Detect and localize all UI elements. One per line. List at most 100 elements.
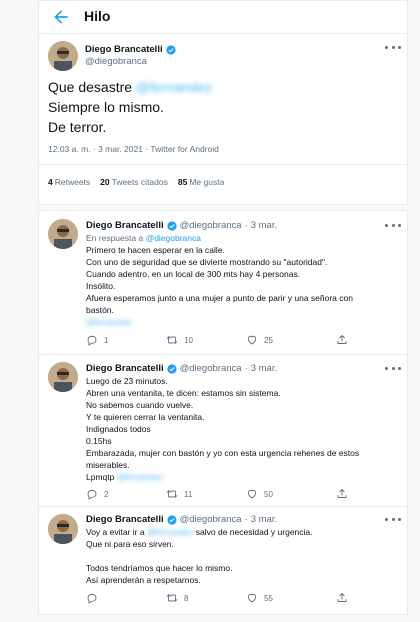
tweet-line-spacer xyxy=(86,550,386,562)
share-action[interactable] xyxy=(336,488,348,500)
divider xyxy=(39,354,409,355)
retweet-action[interactable]: 10 xyxy=(166,334,193,346)
blurred-mention[interactable]: @fernandez xyxy=(147,526,193,538)
quotes-stat[interactable]: 20 Tweets citados xyxy=(100,177,168,187)
reply-count: 2 xyxy=(104,489,109,499)
author-name[interactable]: Diego Brancatelli xyxy=(86,514,164,525)
like-count: 50 xyxy=(264,489,273,499)
heart-icon xyxy=(247,335,257,345)
verified-icon xyxy=(167,220,177,231)
separator-dot: · xyxy=(244,363,248,374)
tweet-line: Cuando adentro, en un local de 300 mts h… xyxy=(86,269,301,279)
author-row: Diego Brancatelli xyxy=(85,44,179,55)
author-handle[interactable]: @diegobranca xyxy=(180,220,242,231)
tweet-date[interactable]: 3 mar. xyxy=(251,220,277,231)
like-action[interactable]: 55 xyxy=(246,592,273,604)
handle-row: @diegobranca xyxy=(85,56,147,67)
reply-icon xyxy=(87,489,97,500)
avatar[interactable] xyxy=(48,41,78,71)
thread-replies-card: Diego Brancatelli @diegobranca · 3 mar. … xyxy=(38,210,409,615)
tweet-meta[interactable]: 12:03 a. m. · 3 mar. 2021 · Twitter for … xyxy=(48,144,219,154)
like-action[interactable]: 25 xyxy=(246,334,273,346)
tweet-line: Y te quieren cerrar la ventanita. xyxy=(86,412,205,422)
verified-icon xyxy=(167,514,177,525)
author-name[interactable]: Diego Brancatelli xyxy=(85,44,163,55)
author-name[interactable]: Diego Brancatelli xyxy=(86,363,164,374)
tweet-line: Que ni para eso sirven. xyxy=(86,539,174,549)
reply-icon xyxy=(87,593,97,604)
share-action[interactable] xyxy=(336,592,348,604)
retweet-icon xyxy=(166,594,178,602)
verified-icon xyxy=(166,44,176,55)
divider xyxy=(39,33,409,34)
tweet-line: miserables. xyxy=(86,460,130,470)
tweet-line: Con uno de seguridad que se divierte mos… xyxy=(86,257,328,267)
retweet-action[interactable]: 11 xyxy=(166,488,192,500)
tweet-text: Que desastre @fernandez Siempre lo mismo… xyxy=(48,77,212,137)
like-count: 25 xyxy=(264,335,273,345)
tweet-date[interactable]: 3 mar. xyxy=(251,514,277,525)
thread-header: Hilo xyxy=(39,1,409,33)
tweet-line: salvo de necesidad y urgencia. xyxy=(195,527,313,537)
divider xyxy=(39,506,409,507)
separator-dot: · xyxy=(244,220,248,231)
tweet-actions: 1 10 25 xyxy=(86,334,366,348)
tweet-line-3: De terror. xyxy=(48,119,107,135)
tweet-line: Afuera esperamos junto a una mujer a pun… xyxy=(86,293,353,303)
author-handle[interactable]: @diegobranca xyxy=(180,363,242,374)
reply-icon xyxy=(87,335,97,346)
retweets-stat[interactable]: 4 Retweets xyxy=(48,177,90,187)
tweet-line: bastón. xyxy=(86,305,114,315)
more-options-icon[interactable] xyxy=(385,221,401,229)
verified-icon xyxy=(167,363,177,374)
tweet-line-2: Siempre lo mismo. xyxy=(48,99,164,115)
avatar[interactable] xyxy=(48,514,78,544)
blurred-mention[interactable]: @fernandez xyxy=(117,471,163,483)
heart-icon xyxy=(247,593,257,603)
tweet-stats: 4 Retweets 20 Tweets citados 85 Me gusta xyxy=(48,177,224,187)
tweet-line: Abren una ventanita, te dicen: estamos s… xyxy=(86,388,281,398)
tweet-line: Todos tendríamos que hacer lo mismo. xyxy=(86,563,233,573)
more-options-icon[interactable] xyxy=(385,515,401,523)
tweet-actions: 2 11 50 xyxy=(86,488,366,502)
reply-action[interactable]: 1 xyxy=(86,334,108,346)
retweet-count: 8 xyxy=(184,593,189,603)
divider xyxy=(39,164,409,165)
tweet-line: Embarazada, mujer con bastón y yo con es… xyxy=(86,448,360,458)
share-action[interactable] xyxy=(336,334,348,346)
tweet-line: Indignados todos xyxy=(86,424,151,434)
share-icon xyxy=(337,488,347,498)
reply-mention[interactable]: @diegobranca xyxy=(146,233,201,243)
reply-context: En respuesta a @diegobranca xyxy=(86,233,201,243)
author-handle[interactable]: @diegobranca xyxy=(85,56,147,67)
likes-stat[interactable]: 85 Me gusta xyxy=(178,177,224,187)
more-options-icon[interactable] xyxy=(385,43,401,51)
tweet-date[interactable]: 3 mar. xyxy=(251,363,277,374)
retweet-count: 11 xyxy=(184,489,193,499)
like-action[interactable]: 50 xyxy=(246,488,273,500)
tweet-actions: 8 55 xyxy=(86,592,366,606)
retweet-count: 10 xyxy=(184,335,193,345)
tweet-line: Así aprenderán a respetarnos. xyxy=(86,575,201,585)
reply-action[interactable]: 2 xyxy=(86,488,108,500)
retweet-icon xyxy=(166,336,178,344)
blurred-mention[interactable]: @fernandez xyxy=(86,316,132,328)
author-row: Diego Brancatelli @diegobranca · 3 mar. xyxy=(86,514,277,525)
blurred-mention[interactable]: @fernandez xyxy=(136,79,212,95)
avatar[interactable] xyxy=(48,362,78,392)
share-icon xyxy=(337,592,347,602)
main-tweet-card: Hilo Diego Brancatelli @diegobranca Que … xyxy=(38,0,409,205)
tweet-line: Luego de 23 minutos. xyxy=(86,376,168,386)
author-handle[interactable]: @diegobranca xyxy=(180,514,242,525)
reply-action[interactable] xyxy=(86,592,98,604)
separator-dot: · xyxy=(244,514,248,525)
retweet-action[interactable]: 8 xyxy=(166,592,188,604)
reply-count: 1 xyxy=(104,335,109,345)
avatar[interactable] xyxy=(48,219,78,249)
more-options-icon[interactable] xyxy=(385,364,401,372)
author-row: Diego Brancatelli @diegobranca · 3 mar. xyxy=(86,220,277,231)
back-arrow-icon[interactable] xyxy=(51,7,71,27)
tweet-line: Lpmqtp xyxy=(86,472,115,482)
author-name[interactable]: Diego Brancatelli xyxy=(86,220,164,231)
tweet-line: Primero te hacen esperar en la calle. xyxy=(86,245,225,255)
